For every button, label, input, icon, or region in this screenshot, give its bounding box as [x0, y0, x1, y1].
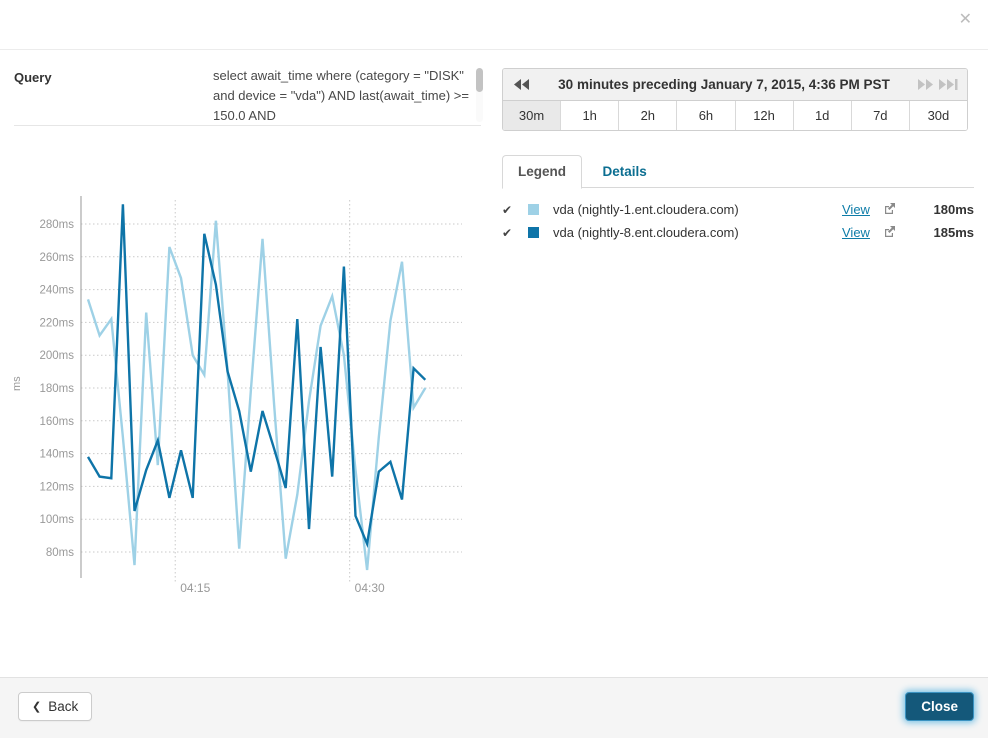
range-30m[interactable]: 30m [503, 101, 560, 130]
series-last-value: 180ms [910, 202, 974, 217]
query-text: select await_time where (category = "DIS… [213, 66, 483, 124]
modal-header: ✕ [0, 0, 988, 50]
query-scrollbar[interactable] [476, 68, 483, 122]
svg-text:260ms: 260ms [39, 252, 74, 264]
range-1d[interactable]: 1d [793, 101, 851, 130]
view-link[interactable]: View [842, 202, 884, 217]
chevron-left-icon: ❮ [32, 700, 41, 713]
svg-text:240ms: 240ms [39, 285, 74, 297]
query-scrollbar-thumb[interactable] [476, 68, 483, 92]
back-button-label: Back [48, 699, 78, 714]
range-7d[interactable]: 7d [851, 101, 909, 130]
chart-plot[interactable]: 80ms 100ms 120ms 140ms 160ms 180ms 200ms 220ms 2… [6, 186, 476, 614]
series-toggle-check-icon[interactable]: ✔ [502, 203, 528, 217]
close-button[interactable]: Close [905, 692, 974, 721]
svg-text:140ms: 140ms [39, 449, 74, 461]
back-button[interactable]: ❮ Back [18, 692, 92, 721]
range-1h[interactable]: 1h [560, 101, 618, 130]
time-range-buttons: 30m 1h 2h 6h 12h 1d 7d 30d [503, 101, 967, 130]
svg-text:04:15: 04:15 [180, 581, 210, 595]
series-name: vda (nightly-1.ent.cloudera.com) [553, 202, 842, 217]
await-time-chart: 80ms 100ms 120ms 140ms 160ms 180ms 200ms 220ms 2… [6, 186, 476, 614]
series-name: vda (nightly-8.ent.cloudera.com) [553, 225, 842, 240]
view-link[interactable]: View [842, 225, 884, 240]
tab-bar: Legend Details [502, 154, 974, 188]
range-2h[interactable]: 2h [618, 101, 676, 130]
query-label: Query [14, 70, 52, 85]
external-link-icon [884, 202, 910, 217]
range-6h[interactable]: 6h [676, 101, 734, 130]
legend-panel: ✔ vda (nightly-1.ent.cloudera.com) View … [502, 198, 974, 244]
svg-text:04:30: 04:30 [355, 581, 385, 595]
series-color-swatch [528, 204, 539, 215]
series-toggle-check-icon[interactable]: ✔ [502, 226, 528, 240]
modal-footer: ❮ Back Close [0, 677, 988, 738]
tab-details[interactable]: Details [586, 155, 662, 189]
fast-forward-icon[interactable] [915, 79, 937, 90]
rewind-icon[interactable] [511, 79, 533, 90]
external-link-icon [884, 225, 910, 240]
legend-row: ✔ vda (nightly-1.ent.cloudera.com) View … [502, 198, 974, 221]
query-section: Query select await_time where (category … [14, 62, 481, 126]
query-value-scroll-area[interactable]: select await_time where (category = "DIS… [213, 66, 483, 124]
svg-text:200ms: 200ms [39, 350, 74, 362]
svg-text:280ms: 280ms [39, 219, 74, 231]
time-range-title-row: 30 minutes preceding January 7, 2015, 4:… [503, 69, 967, 101]
range-12h[interactable]: 12h [735, 101, 793, 130]
svg-text:100ms: 100ms [39, 514, 74, 526]
time-range-selector: 30 minutes preceding January 7, 2015, 4:… [502, 68, 968, 131]
time-range-title: 30 minutes preceding January 7, 2015, 4:… [533, 77, 915, 92]
close-icon[interactable]: ✕ [959, 12, 972, 28]
series-last-value: 185ms [910, 225, 974, 240]
series-color-swatch [528, 227, 539, 238]
svg-text:ms: ms [11, 376, 23, 391]
svg-text:220ms: 220ms [39, 317, 74, 329]
range-30d[interactable]: 30d [909, 101, 967, 130]
tab-legend[interactable]: Legend [502, 155, 582, 189]
svg-text:80ms: 80ms [46, 547, 74, 559]
skip-to-now-icon[interactable] [937, 79, 959, 90]
legend-row: ✔ vda (nightly-8.ent.cloudera.com) View … [502, 221, 974, 244]
svg-text:180ms: 180ms [39, 383, 74, 395]
chart-detail-modal: ✕ Query select await_time where (categor… [0, 0, 988, 738]
svg-text:120ms: 120ms [39, 481, 74, 493]
svg-text:160ms: 160ms [39, 416, 74, 428]
